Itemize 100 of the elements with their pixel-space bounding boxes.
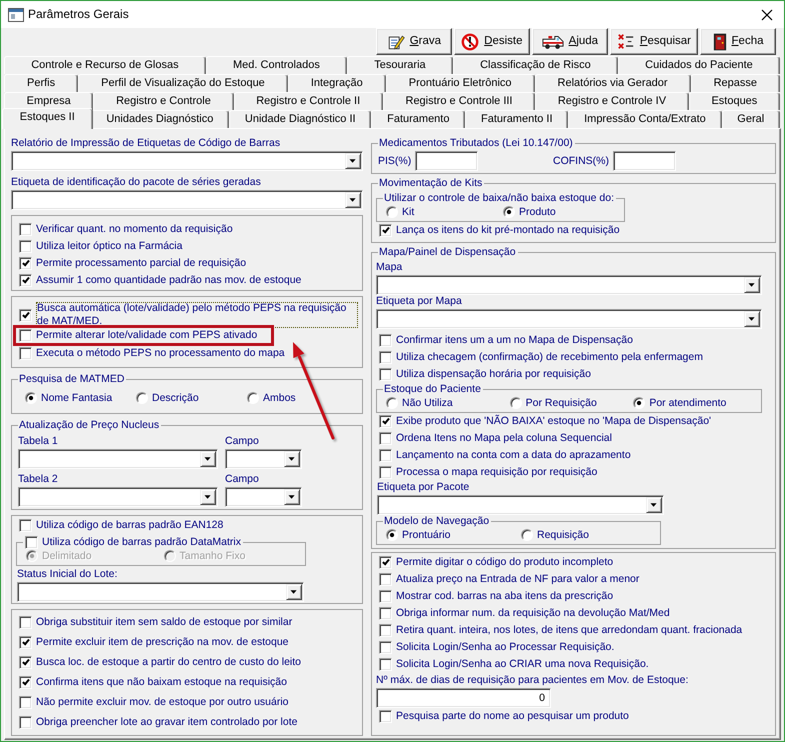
checkbox-label: Lança os itens do kit pré-montado na requisição xyxy=(396,224,620,237)
text-field[interactable] xyxy=(613,151,676,171)
radio-label: Por atendimento xyxy=(649,396,726,410)
checkbox[interactable] xyxy=(379,466,392,479)
checkbox[interactable] xyxy=(379,624,392,637)
checkbox[interactable] xyxy=(19,347,32,360)
checkbox-label: Utiliza leitor óptico na Farmácia xyxy=(36,240,182,253)
window-title: Parâmetros Gerais xyxy=(28,7,129,22)
text-field[interactable]: 0 xyxy=(376,688,551,708)
tab[interactable]: Geral xyxy=(722,110,780,128)
x-marks-list-icon xyxy=(616,32,635,50)
checkbox-label: Confirma itens que não baixam estoque na requisição xyxy=(36,676,287,690)
tab[interactable]: Estoques xyxy=(688,92,780,110)
radio-button[interactable] xyxy=(386,529,398,541)
tab[interactable]: Perfil de Visualização do Estoque xyxy=(78,74,288,92)
tab[interactable]: Registro e Controle III xyxy=(382,92,536,110)
checkbox[interactable] xyxy=(379,607,392,620)
dropdown-field[interactable] xyxy=(18,487,218,507)
field-label: Etiqueta por Mapa xyxy=(376,295,462,308)
checkbox[interactable] xyxy=(19,636,32,649)
help-button[interactable]: Ajuda xyxy=(532,28,608,55)
tab[interactable]: Integração xyxy=(288,74,386,92)
checkbox[interactable] xyxy=(19,257,32,270)
close-button[interactable]: Fecha xyxy=(700,28,776,55)
checkbox-label: Verificar quant. no momento da requisição xyxy=(36,223,233,236)
checkbox[interactable] xyxy=(379,415,392,428)
checkbox[interactable] xyxy=(19,519,32,532)
checkbox[interactable] xyxy=(19,240,32,253)
tab[interactable]: Estoques II xyxy=(2,108,93,129)
radio-button[interactable] xyxy=(386,206,398,218)
checkbox[interactable] xyxy=(19,656,32,669)
checkbox[interactable] xyxy=(379,224,392,237)
checkbox-label: Busca loc. de estoque a partir do centro de custo do leito xyxy=(36,656,301,669)
dropdown-field[interactable] xyxy=(225,487,302,507)
radio-button[interactable] xyxy=(521,529,533,541)
dropdown-field[interactable] xyxy=(376,275,762,295)
tab[interactable]: Unidade Diagnóstico II xyxy=(229,110,372,128)
radio-button[interactable] xyxy=(633,397,646,409)
dropdown-field[interactable] xyxy=(376,309,762,329)
dropdown-field[interactable] xyxy=(377,495,664,515)
tab[interactable]: Prontuário Eletrônico xyxy=(386,74,535,92)
caret-icon xyxy=(345,192,361,208)
checkbox[interactable] xyxy=(379,368,392,381)
checkbox[interactable] xyxy=(379,556,392,569)
tab[interactable]: Med. Controlados xyxy=(206,56,348,74)
checkbox[interactable] xyxy=(379,710,392,723)
group-title: Mapa/Painel de Dispensação xyxy=(378,246,517,259)
radio-label: Ambos xyxy=(263,392,296,404)
tab[interactable]: Faturamento xyxy=(371,110,466,128)
dropdown-field[interactable] xyxy=(17,582,304,602)
radio-button[interactable] xyxy=(503,206,515,218)
tab[interactable]: Registro e Controle xyxy=(93,92,234,110)
tab[interactable]: Faturamento II xyxy=(465,110,568,128)
checkbox[interactable] xyxy=(379,590,392,603)
tab[interactable]: Tesouraria xyxy=(347,56,453,74)
radio-button[interactable] xyxy=(25,392,37,404)
tab[interactable]: Controle e Recurso de Glosas xyxy=(4,56,206,74)
field-label: Campo xyxy=(225,435,259,448)
checkbox[interactable] xyxy=(379,432,392,445)
checkbox[interactable] xyxy=(19,308,32,322)
save-button[interactable]: Grava xyxy=(376,28,452,55)
tab[interactable]: Repasse xyxy=(690,74,780,92)
checkbox-label: Lançamento na conta com a data do aprazamento xyxy=(396,449,631,462)
cancel-button[interactable]: Desiste xyxy=(454,28,530,55)
checkbox[interactable] xyxy=(379,573,392,586)
tab[interactable]: Unidades Diagnóstico xyxy=(90,110,230,128)
radio-button[interactable] xyxy=(136,392,148,404)
checkbox[interactable] xyxy=(19,223,32,236)
tab[interactable]: Relatórios via Gerador xyxy=(534,74,691,92)
tab[interactable]: Cuidados do Paciente xyxy=(618,56,780,74)
radio-button[interactable] xyxy=(386,397,398,409)
text-field[interactable] xyxy=(415,151,478,171)
checkbox[interactable] xyxy=(379,334,392,347)
dropdown-field[interactable] xyxy=(11,190,363,210)
door-icon xyxy=(712,32,727,50)
checkbox[interactable] xyxy=(25,536,38,549)
close-icon[interactable] xyxy=(761,8,773,20)
group-title: Pesquisa de MATMED xyxy=(18,373,126,386)
checkbox[interactable] xyxy=(19,329,32,342)
tab[interactable]: Registro e Controle IV xyxy=(535,92,689,110)
dropdown-field[interactable] xyxy=(225,449,302,469)
checkbox[interactable] xyxy=(19,616,32,629)
radio-button[interactable] xyxy=(247,392,259,404)
checkbox[interactable] xyxy=(19,716,32,730)
checkbox[interactable] xyxy=(379,658,392,671)
checkbox[interactable] xyxy=(19,274,32,287)
checkbox[interactable] xyxy=(379,449,392,462)
tab[interactable]: Perfis xyxy=(4,74,78,92)
dropdown-field[interactable] xyxy=(11,151,363,171)
tab[interactable]: Impressão Conta/Extrato xyxy=(568,110,722,128)
checkbox[interactable] xyxy=(379,351,392,364)
search-button[interactable]: Pesquisar xyxy=(610,28,698,55)
checkbox[interactable] xyxy=(379,641,392,654)
radio-button[interactable] xyxy=(510,397,522,409)
checkbox[interactable] xyxy=(19,676,32,690)
tab[interactable]: Classificação de Risco xyxy=(452,56,618,74)
tab[interactable]: Registro e Controle II xyxy=(234,92,383,110)
checkbox-label: Permite alterar lote/validade com PEPS ativado xyxy=(36,329,258,342)
dropdown-field[interactable] xyxy=(18,449,218,469)
checkbox[interactable] xyxy=(19,696,32,710)
